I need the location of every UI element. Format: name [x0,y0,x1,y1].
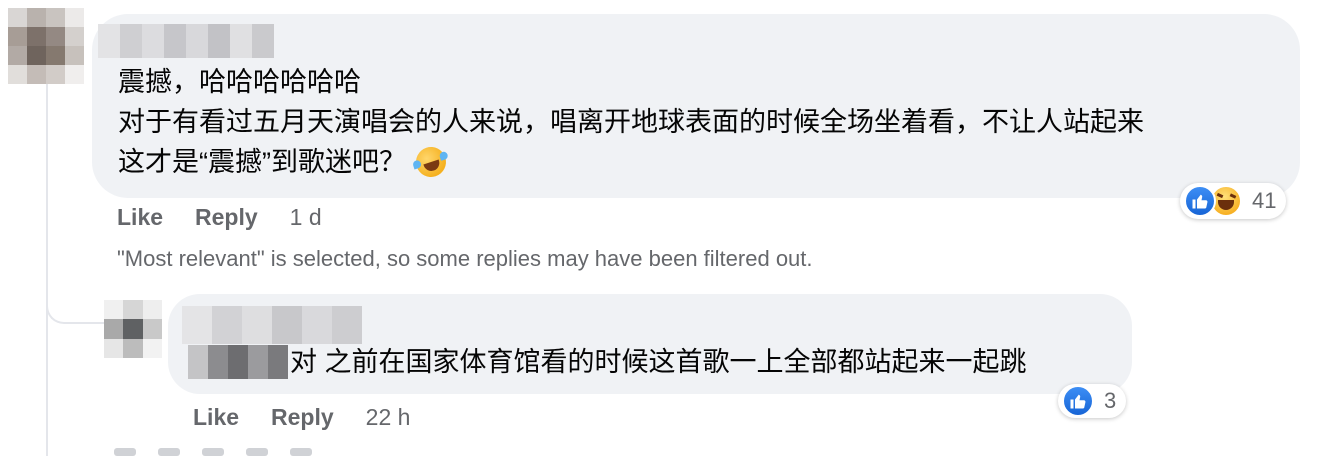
thread-connector [46,268,104,324]
reply-button[interactable]: Reply [271,404,334,431]
comment-text-span: 这才是“震撼”到歌迷吧？ [118,147,406,177]
like-reaction-icon [1062,385,1094,417]
comment-text-line: 对于有看过五月天演唱会的人来说，唱离开地球表面的时候全场坐着看，不让人站起来 [118,107,1144,137]
next-comment-preview [114,448,414,456]
reply-button[interactable]: Reply [195,204,258,231]
timestamp[interactable]: 1 d [290,204,322,231]
comment-thread: 震撼，哈哈哈哈哈哈 对于有看过五月天演唱会的人来说，唱离开地球表面的时候全场坐着… [0,0,1328,456]
mention-tag[interactable] [188,345,288,379]
like-reaction-icon [1184,185,1216,217]
reply-avatar[interactable] [104,300,162,358]
like-button[interactable]: Like [117,204,163,231]
comment-text-line: 这才是“震撼”到歌迷吧？ [118,143,450,181]
avatar[interactable] [8,8,84,84]
filter-notice: "Most relevant" is selected, so some rep… [117,246,813,271]
author-name[interactable] [98,24,274,58]
comment-text-line: 震撼，哈哈哈哈哈哈 [118,67,361,97]
reaction-summary[interactable]: 41 [1180,183,1287,219]
rofl-emoji-icon [412,143,450,181]
reply-author-name[interactable] [182,306,362,344]
reaction-count: 3 [1104,388,1117,413]
reaction-count: 41 [1252,188,1277,213]
reply-text: 对 之前在国家体育馆看的时候这首歌一上全部都站起来一起跳 [290,347,1027,377]
reply-actions: Like Reply 22 h [193,402,410,432]
like-button[interactable]: Like [193,404,239,431]
timestamp[interactable]: 22 h [366,404,411,431]
reply-reaction-summary[interactable]: 3 [1058,384,1127,418]
comment-actions: Like Reply 1 d [117,202,322,232]
